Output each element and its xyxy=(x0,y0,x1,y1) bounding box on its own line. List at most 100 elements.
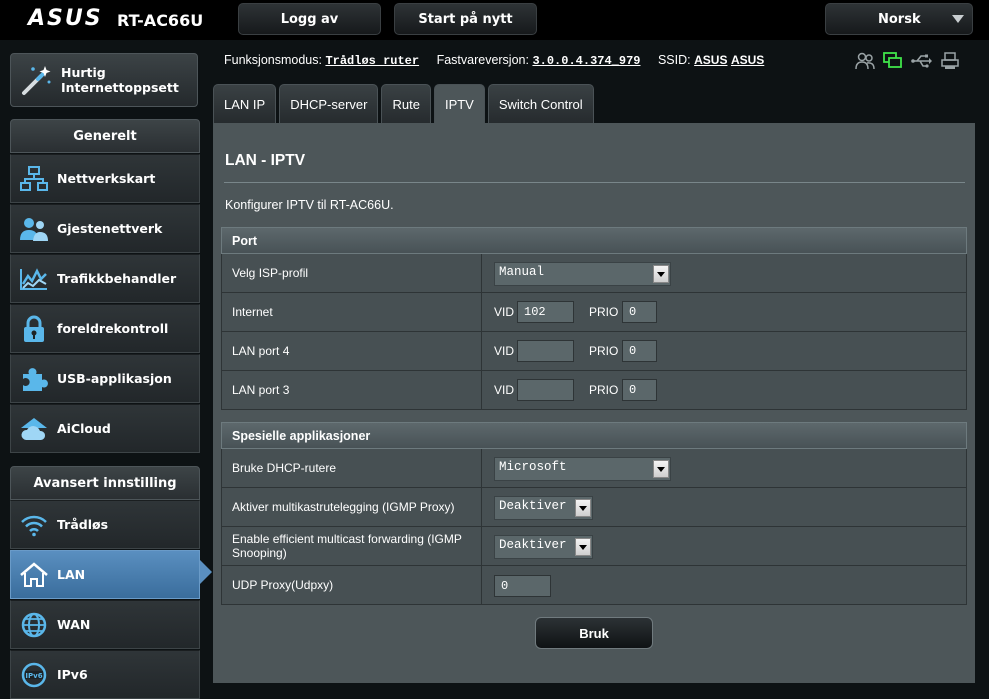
isp-profile-label: Velg ISP-profil xyxy=(222,254,482,292)
igmp-proxy-select[interactable]: Deaktiver xyxy=(494,496,593,520)
sidebar-item-label: WAN xyxy=(57,617,91,632)
mode-label: Funksjonsmodus: xyxy=(224,53,322,67)
parental-lock-icon xyxy=(11,315,57,343)
chevron-down-icon xyxy=(952,15,964,23)
language-select[interactable]: Norsk xyxy=(825,3,973,35)
sidebar-item-wan[interactable]: WAN xyxy=(10,600,200,649)
sidebar-item-label: AiCloud xyxy=(57,421,111,436)
igmp-snooping-value: Deaktiver xyxy=(499,538,567,552)
chevron-down-icon xyxy=(575,499,591,517)
sidebar-item-label: USB-applikasjon xyxy=(57,371,172,386)
magic-wand-icon xyxy=(11,63,61,97)
tab-lan-ip[interactable]: LAN IP xyxy=(213,84,277,123)
sidebar-item-network-map[interactable]: Nettverkskart xyxy=(10,154,200,203)
usb-icon[interactable] xyxy=(911,52,933,75)
igmp-snooping-select[interactable]: Deaktiver xyxy=(494,535,593,559)
network-map-icon xyxy=(11,165,57,192)
igmp-snooping-label: Enable efficient multicast forwarding (I… xyxy=(222,527,482,565)
prio-label: PRIO xyxy=(589,344,619,358)
igmp-proxy-row: Aktiver multikastrutelegging (IGMP Proxy… xyxy=(221,488,967,527)
dhcp-router-row: Bruke DHCP-rutere Microsoft xyxy=(221,449,967,488)
sidebar-item-guest-network[interactable]: Gjestenettverk xyxy=(10,204,200,253)
ssid-label: SSID: xyxy=(657,53,691,67)
igmp-snooping-row: Enable efficient multicast forwarding (I… xyxy=(221,527,967,566)
chevron-down-icon xyxy=(575,538,591,556)
router-model: RT-AC66U xyxy=(117,11,204,30)
page-title: LAN - IPTV xyxy=(225,152,306,169)
sidebar-item-label: foreldrekontroll xyxy=(57,321,169,336)
special-apps-section-header: Spesielle applikasjoner xyxy=(221,422,967,449)
general-section-header: Generelt xyxy=(10,119,200,153)
sidebar-item-ipv6[interactable]: IPv6 IPv6 xyxy=(10,650,200,699)
lan-port-3-vid-input[interactable] xyxy=(517,379,574,401)
sidebar-item-usb-application[interactable]: USB-applikasjon xyxy=(10,354,200,403)
lan-port-4-prio-input[interactable]: 0 xyxy=(622,340,657,362)
quick-internet-setup-button[interactable]: Hurtig Internettoppsett xyxy=(10,53,198,107)
chevron-down-icon xyxy=(653,460,669,478)
restart-button[interactable]: Start på nytt xyxy=(394,3,537,35)
clients-icon[interactable] xyxy=(855,52,875,75)
sidebar-item-aicloud[interactable]: AiCloud xyxy=(10,404,200,453)
ssid-link-2[interactable]: ASUS xyxy=(731,53,764,67)
dhcp-router-label: Bruke DHCP-rutere xyxy=(222,449,482,487)
sidebar-item-traffic-manager[interactable]: Trafikkbehandler xyxy=(10,254,200,303)
sidebar-item-wireless[interactable]: Trådløs xyxy=(10,500,200,549)
sidebar-item-lan[interactable]: LAN xyxy=(10,550,200,599)
sidebar-item-label: IPv6 xyxy=(57,667,88,682)
lan-port-4-vid-input[interactable] xyxy=(517,340,574,362)
isp-profile-select[interactable]: Manual xyxy=(494,262,671,286)
page-description: Konfigurer IPTV til RT-AC66U. xyxy=(225,198,394,212)
lan-port-3-row: LAN port 3 VID PRIO 0 xyxy=(221,371,967,410)
sidebar-item-label: LAN xyxy=(57,567,86,582)
udpxy-label: UDP Proxy(Udpxy) xyxy=(222,566,482,604)
udpxy-input[interactable]: 0 xyxy=(494,575,551,597)
dhcp-router-select[interactable]: Microsoft xyxy=(494,457,671,481)
puzzle-icon xyxy=(11,365,57,393)
lan-port-3-label: LAN port 3 xyxy=(222,371,482,409)
main-panel: LAN - IPTV Konfigurer IPTV til RT-AC66U.… xyxy=(213,123,975,683)
apply-button[interactable]: Bruk xyxy=(535,617,653,649)
guest-network-icon xyxy=(11,216,57,242)
status-icons xyxy=(855,52,959,75)
lan-port-3-prio-input[interactable]: 0 xyxy=(622,379,657,401)
internet-prio-input[interactable]: 0 xyxy=(622,301,657,323)
tab-switch-control[interactable]: Switch Control xyxy=(487,84,594,123)
chevron-down-icon xyxy=(653,265,669,283)
title-divider xyxy=(224,182,965,183)
port-section-header: Port xyxy=(221,227,967,254)
ssid-link-1[interactable]: ASUS xyxy=(694,53,727,67)
sidebar-item-label: Gjestenettverk xyxy=(57,221,163,236)
sidebar-item-label: Trådløs xyxy=(57,517,109,532)
lan-port-4-row: LAN port 4 VID PRIO 0 xyxy=(221,332,967,371)
logout-button[interactable]: Logg av xyxy=(238,3,381,35)
isp-profile-value: Manual xyxy=(499,265,545,279)
prio-label: PRIO xyxy=(589,305,619,319)
asus-logo: ASUS xyxy=(28,6,103,31)
internet-label: Internet xyxy=(222,293,482,331)
status-line: Funksjonsmodus: Trådløs ruter Fastvareve… xyxy=(224,53,764,68)
mode-link[interactable]: Trådløs ruter xyxy=(325,54,419,68)
advanced-section-header: Avansert innstilling xyxy=(10,466,200,500)
udpxy-row: UDP Proxy(Udpxy) 0 xyxy=(221,566,967,605)
sidebar-item-label: Trafikkbehandler xyxy=(57,271,177,286)
igmp-proxy-label: Aktiver multikastrutelegging (IGMP Proxy… xyxy=(222,488,482,526)
traffic-manager-icon xyxy=(11,266,57,292)
isp-profile-row: Velg ISP-profil Manual xyxy=(221,254,967,293)
firmware-link[interactable]: 3.0.0.4.374_979 xyxy=(532,54,640,68)
language-value: Norsk xyxy=(878,11,921,27)
home-icon xyxy=(11,561,57,588)
wifi-icon xyxy=(11,513,57,537)
tab-iptv[interactable]: IPTV xyxy=(433,84,485,123)
internet-vid-input[interactable]: 102 xyxy=(517,301,574,323)
sidebar: Hurtig Internettoppsett Generelt Nettver… xyxy=(0,40,212,699)
printer-icon[interactable] xyxy=(941,52,959,75)
prio-label: PRIO xyxy=(589,383,619,397)
tab-route[interactable]: Rute xyxy=(381,84,431,123)
globe-icon xyxy=(11,611,57,639)
sidebar-item-parental-control[interactable]: foreldrekontroll xyxy=(10,304,200,353)
vid-label: VID xyxy=(494,305,515,319)
tab-dhcp-server[interactable]: DHCP-server xyxy=(279,84,379,123)
svg-text:IPv6: IPv6 xyxy=(25,672,42,680)
network-status-icon[interactable] xyxy=(883,52,903,75)
vid-label: VID xyxy=(494,383,515,397)
